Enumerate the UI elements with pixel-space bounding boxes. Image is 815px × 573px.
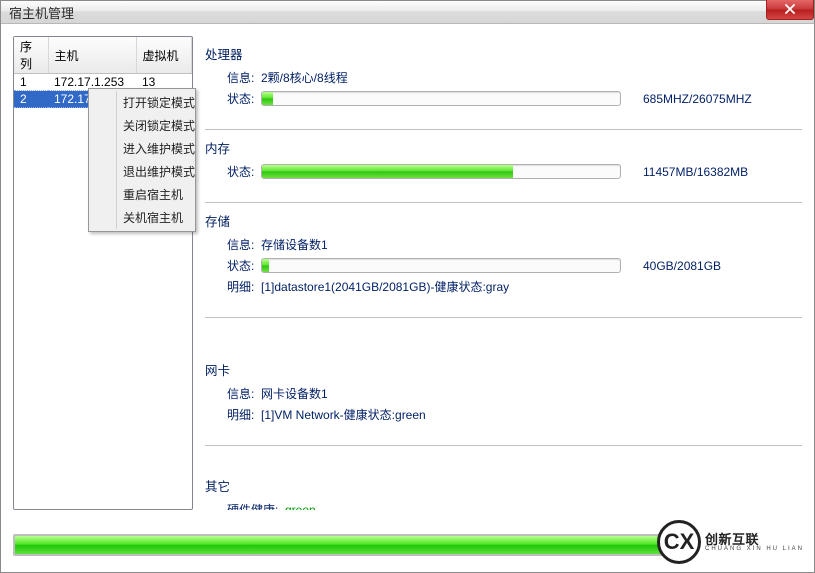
section-cpu: 处理器 信息: 2颗/8核心/8线程 状态: 685MHZ/26075MHZ bbox=[205, 36, 802, 130]
memory-progress-fill bbox=[262, 165, 513, 178]
section-title: 处理器 bbox=[205, 44, 800, 63]
memory-progress bbox=[261, 164, 621, 179]
section-title: 内存 bbox=[205, 138, 800, 157]
section-other: 其它 硬件健康: green bbox=[205, 446, 802, 510]
col-vm[interactable]: 虚拟机 bbox=[136, 37, 192, 74]
details-panel: 处理器 信息: 2颗/8核心/8线程 状态: 685MHZ/26075MHZ bbox=[205, 36, 802, 510]
value-nic-info: 网卡设备数1 bbox=[261, 385, 328, 402]
cpu-progress-fill bbox=[262, 92, 273, 105]
titlebar[interactable]: 宿主机管理 bbox=[1, 1, 814, 24]
menu-item-maint-on[interactable]: 进入维护模式 bbox=[91, 137, 193, 160]
section-title: 其它 bbox=[205, 476, 800, 495]
context-menu[interactable]: 打开锁定模式 关闭锁定模式 进入维护模式 退出维护模式 重启宿主机 关机宿主机 bbox=[88, 88, 196, 232]
window-title: 宿主机管理 bbox=[9, 3, 74, 22]
value-hw: green bbox=[285, 503, 316, 511]
menu-item-lock-on[interactable]: 打开锁定模式 bbox=[91, 91, 193, 114]
menu-item-shutdown[interactable]: 关机宿主机 bbox=[91, 206, 193, 229]
value-nic-detail: [1]VM Network-健康状态:green bbox=[261, 406, 426, 423]
storage-progress bbox=[261, 258, 621, 273]
brand-logo: CX 创新互联 CHUANG XIN HU LIAN bbox=[657, 520, 804, 564]
close-button[interactable] bbox=[766, 0, 814, 20]
label-state: 状态: bbox=[227, 90, 261, 107]
cpu-progress bbox=[261, 91, 621, 106]
label-state: 状态: bbox=[227, 163, 261, 180]
col-host[interactable]: 主机 bbox=[48, 37, 136, 74]
section-title: 存储 bbox=[205, 211, 800, 230]
col-seq[interactable]: 序列 bbox=[14, 37, 48, 74]
cpu-state-text: 685MHZ/26075MHZ bbox=[643, 92, 752, 106]
label-info: 信息: bbox=[227, 385, 261, 402]
value-storage-info: 存储设备数1 bbox=[261, 236, 328, 253]
value-cpu-info: 2颗/8核心/8线程 bbox=[261, 69, 348, 86]
logo-text: 创新互联 bbox=[705, 533, 804, 546]
storage-progress-fill bbox=[262, 259, 269, 272]
footer: CX 创新互联 CHUANG XIN HU LIAN bbox=[1, 510, 814, 572]
memory-state-text: 11457MB/16382MB bbox=[643, 165, 748, 179]
footer-progress-fill bbox=[15, 536, 691, 554]
close-icon bbox=[784, 2, 796, 17]
value-storage-detail: [1]datastore1(2041GB/2081GB)-健康状态:gray bbox=[261, 278, 509, 295]
section-storage: 存储 信息: 存储设备数1 状态: 40GB/2081GB 明细: bbox=[205, 203, 802, 318]
label-state: 状态: bbox=[227, 257, 261, 274]
label-detail: 明细: bbox=[227, 406, 261, 423]
label-detail: 明细: bbox=[227, 278, 261, 295]
host-manager-window: 宿主机管理 序列 主机 虚拟机 1 172.17.1. bbox=[0, 0, 815, 573]
section-memory: 内存 状态: 11457MB/16382MB bbox=[205, 130, 802, 203]
section-nic: 网卡 信息: 网卡设备数1 明细: [1]VM Network-健康状态:gre… bbox=[205, 318, 802, 446]
logo-badge-icon: CX bbox=[657, 520, 701, 564]
section-title: 网卡 bbox=[205, 360, 800, 379]
storage-state-text: 40GB/2081GB bbox=[643, 259, 721, 273]
label-info: 信息: bbox=[227, 236, 261, 253]
logo-subtext: CHUANG XIN HU LIAN bbox=[705, 546, 804, 552]
menu-item-maint-off[interactable]: 退出维护模式 bbox=[91, 160, 193, 183]
label-info: 信息: bbox=[227, 69, 261, 86]
label-hw: 硬件健康: bbox=[227, 501, 285, 510]
footer-progress bbox=[13, 534, 693, 556]
menu-item-lock-off[interactable]: 关闭锁定模式 bbox=[91, 114, 193, 137]
menu-item-reboot[interactable]: 重启宿主机 bbox=[91, 183, 193, 206]
